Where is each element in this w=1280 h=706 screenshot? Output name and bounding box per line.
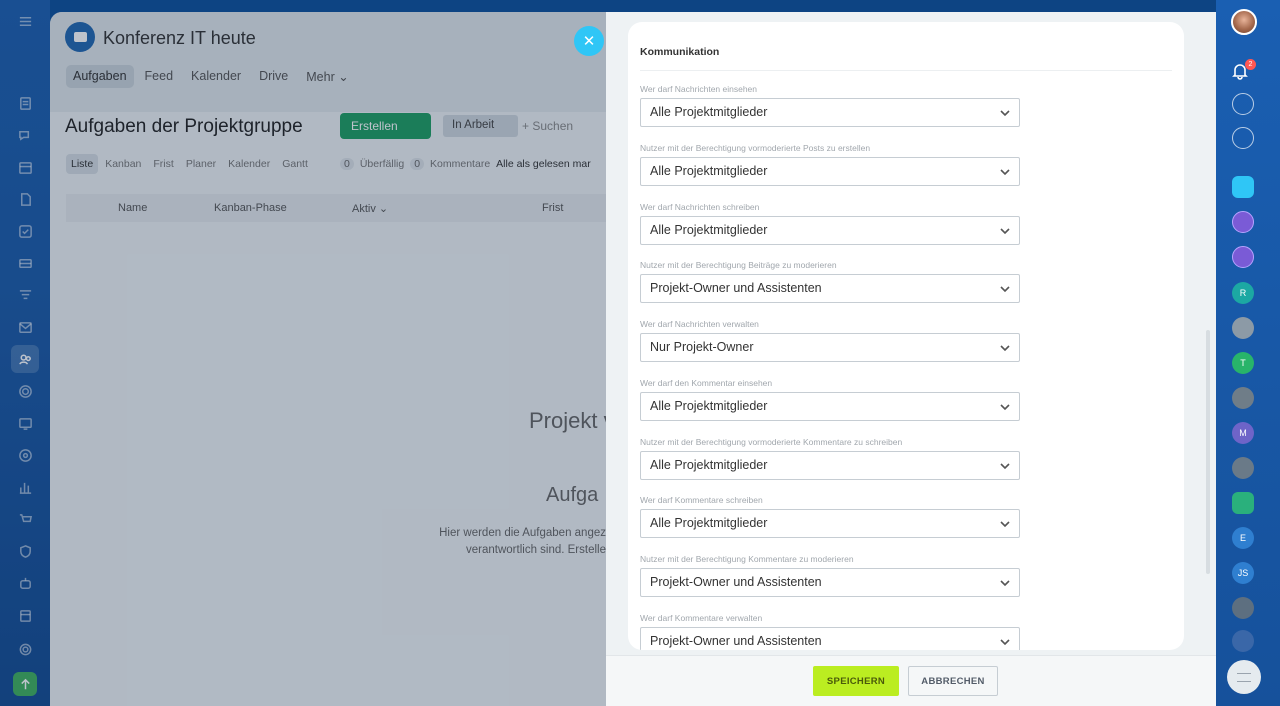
cancel-button[interactable]: ABBRECHEN: [908, 666, 998, 696]
chevron-down-icon: [1000, 169, 1010, 176]
select-value: Alle Projektmitglieder: [650, 399, 768, 413]
permission-select[interactable]: Alle Projektmitglieder: [640, 392, 1020, 421]
chat-avatar[interactable]: T: [1232, 352, 1254, 374]
chat-avatar[interactable]: [1232, 246, 1254, 268]
field-vormoderierte-posts: Nutzer mit der Berechtigung vormoderiert…: [640, 143, 1020, 186]
field-label: Wer darf Nachrichten schreiben: [640, 202, 760, 212]
close-slider-button[interactable]: ✕: [574, 26, 604, 56]
permission-select[interactable]: Projekt-Owner und Assistenten: [640, 568, 1020, 597]
permission-select[interactable]: Nur Projekt-Owner: [640, 333, 1020, 362]
permission-select[interactable]: Alle Projektmitglieder: [640, 451, 1020, 480]
chat-avatar[interactable]: [1232, 176, 1254, 198]
select-value: Projekt-Owner und Assistenten: [650, 281, 822, 295]
section-title: Kommunikation: [640, 46, 720, 58]
select-value: Projekt-Owner und Assistenten: [650, 575, 822, 589]
permission-select[interactable]: Projekt-Owner und Assistenten: [640, 274, 1020, 303]
permission-select[interactable]: Alle Projektmitglieder: [640, 98, 1020, 127]
scrollbar[interactable]: [1206, 330, 1210, 574]
chat-avatar[interactable]: [1232, 457, 1254, 479]
select-value: Nur Projekt-Owner: [650, 340, 754, 354]
field-kommentare-moderieren: Nutzer mit der Berechtigung Kommentare z…: [640, 554, 1020, 597]
select-value: Alle Projektmitglieder: [650, 105, 768, 119]
slider-footer: SPEICHERN ABBRECHEN: [606, 655, 1216, 706]
chat-avatar[interactable]: [1232, 597, 1254, 619]
chat-avatar[interactable]: JS: [1232, 562, 1254, 584]
right-rail: 2 R T M E JS: [1216, 0, 1280, 706]
field-label: Wer darf Nachrichten verwalten: [640, 319, 759, 329]
select-value: Alle Projektmitglieder: [650, 458, 768, 472]
notifications-button[interactable]: 2: [1231, 59, 1256, 86]
permission-select[interactable]: Projekt-Owner und Assistenten: [640, 627, 1020, 650]
permission-select[interactable]: Alle Projektmitglieder: [640, 216, 1020, 245]
field-vormoderierte-kommentare: Nutzer mit der Berechtigung vormoderiert…: [640, 437, 1020, 480]
chat-avatar[interactable]: [1232, 317, 1254, 339]
chat-avatar[interactable]: [1232, 630, 1254, 652]
lines-icon: [1237, 672, 1251, 682]
divider: [640, 70, 1172, 71]
chevron-down-icon: [1000, 228, 1010, 235]
field-nachrichten-schreiben: Wer darf Nachrichten schreiben Alle Proj…: [640, 202, 1020, 245]
field-label: Nutzer mit der Berechtigung Kommentare z…: [640, 554, 854, 564]
field-kommentare-verwalten: Wer darf Kommentare verwalten Projekt-Ow…: [640, 613, 1020, 650]
select-value: Alle Projektmitglieder: [650, 164, 768, 178]
chat-avatar[interactable]: [1232, 211, 1254, 233]
chat-avatar[interactable]: E: [1232, 527, 1254, 549]
close-icon: ✕: [582, 33, 596, 50]
chevron-down-icon: [1000, 110, 1010, 117]
chat-avatar[interactable]: [1232, 387, 1254, 409]
field-nachrichten-verwalten: Wer darf Nachrichten verwalten Nur Proje…: [640, 319, 1020, 362]
chevron-down-icon: [1000, 404, 1010, 411]
permission-select[interactable]: Alle Projektmitglieder: [640, 509, 1020, 538]
field-nachrichten-einsehen: Wer darf Nachrichten einsehen Alle Proje…: [640, 84, 1020, 127]
field-label: Nutzer mit der Berechtigung Beiträge zu …: [640, 260, 837, 270]
communication-card: Kommunikation Wer darf Nachrichten einse…: [628, 22, 1184, 650]
messenger-button[interactable]: [1227, 660, 1261, 694]
select-value: Projekt-Owner und Assistenten: [650, 634, 822, 648]
field-kommentar-einsehen: Wer darf den Kommentar einsehen Alle Pro…: [640, 378, 1020, 421]
chevron-down-icon: [1000, 463, 1010, 470]
select-value: Alle Projektmitglieder: [650, 223, 768, 237]
search-chat-icon[interactable]: [1232, 127, 1254, 149]
field-label: Wer darf Kommentare schreiben: [640, 495, 763, 505]
chevron-down-icon: [1000, 639, 1010, 646]
field-kommentare-schreiben: Wer darf Kommentare schreiben Alle Proje…: [640, 495, 1020, 538]
chevron-down-icon: [1000, 345, 1010, 352]
permission-select[interactable]: Alle Projektmitglieder: [640, 157, 1020, 186]
field-label: Wer darf Nachrichten einsehen: [640, 84, 758, 94]
field-label: Nutzer mit der Berechtigung vormoderiert…: [640, 437, 903, 447]
field-label: Wer darf Kommentare verwalten: [640, 613, 763, 623]
chat-avatar[interactable]: [1232, 492, 1254, 514]
copilot-icon[interactable]: [1232, 93, 1254, 115]
settings-slider: Kommunikation Wer darf Nachrichten einse…: [606, 12, 1216, 706]
save-button[interactable]: SPEICHERN: [813, 666, 899, 696]
chat-avatar[interactable]: M: [1232, 422, 1254, 444]
field-beitraege-moderieren: Nutzer mit der Berechtigung Beiträge zu …: [640, 260, 1020, 303]
chevron-down-icon: [1000, 286, 1010, 293]
field-label: Nutzer mit der Berechtigung vormoderiert…: [640, 143, 871, 153]
notification-badge: 2: [1245, 59, 1256, 70]
user-avatar[interactable]: [1231, 9, 1257, 35]
field-label: Wer darf den Kommentar einsehen: [640, 378, 773, 388]
chat-avatar[interactable]: R: [1232, 282, 1254, 304]
chevron-down-icon: [1000, 580, 1010, 587]
select-value: Alle Projektmitglieder: [650, 516, 768, 530]
chevron-down-icon: [1000, 521, 1010, 528]
